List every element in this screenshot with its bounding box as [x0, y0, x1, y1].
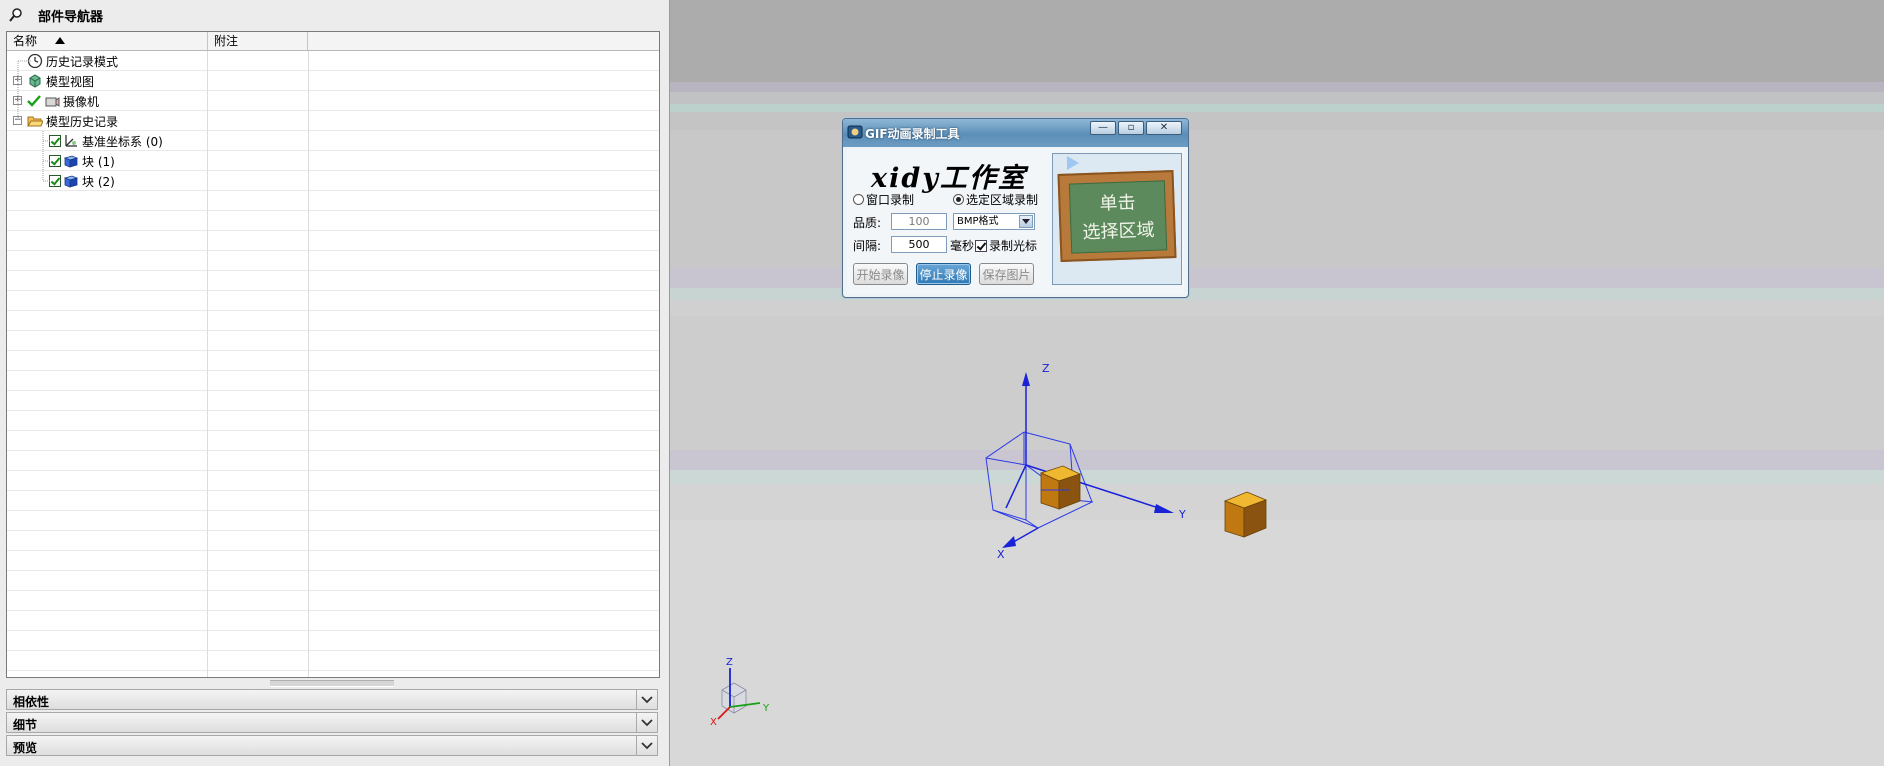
interval-label: 间隔: [853, 239, 882, 253]
stop-recording-button[interactable]: 停止录像 [916, 263, 971, 285]
record-cursor-option[interactable]: 录制光标 [975, 237, 1037, 254]
part-navigator-panel: 部件导航器 名称 附注 历史记录模式 + 模型视图 + 摄像机 − 模型历史记录… [0, 0, 670, 766]
x-axis-arrow [1002, 536, 1016, 548]
datum-csys[interactable]: Z Y X [985, 362, 1186, 561]
z-axis-arrow [1022, 372, 1030, 386]
tree-node-block-1[interactable]: 块 (1) [7, 151, 659, 171]
gif-recorder-window[interactable]: GIF动画录制工具 — ▫ ✕ xidy工作室 窗口录制 选定区域录制 品质: … [842, 118, 1189, 298]
gif-window-title: GIF动画录制工具 [865, 127, 960, 141]
column-header-note[interactable]: 附注 [208, 32, 308, 50]
select-region-board[interactable]: 单击 选择区域 [1052, 153, 1182, 285]
x-axis-fragment [1005, 464, 1027, 509]
board-text-line1: 单击 [1099, 192, 1136, 215]
format-select-value: BMP格式 [957, 216, 999, 227]
tree-node-label: 摄像机 [63, 94, 100, 109]
model-scene[interactable]: Z Y X Z Y X [670, 0, 1884, 766]
navigator-title: 部件导航器 [38, 9, 104, 25]
tree-node-label: 基准坐标系 (0) [82, 134, 163, 149]
quality-input[interactable]: 100 [891, 213, 947, 230]
minimize-button[interactable]: — [1090, 121, 1116, 135]
tree-node-datum-csys[interactable]: 基准坐标系 (0) [7, 131, 659, 151]
tree-connector-lines [17, 60, 50, 182]
sort-ascending-icon [54, 37, 65, 44]
pin-icon[interactable] [8, 6, 26, 24]
quality-label: 品质: [853, 216, 882, 230]
section-label: 细节 [13, 718, 38, 732]
start-recording-button[interactable]: 开始录像 [853, 263, 908, 285]
interval-unit: 毫秒 [950, 239, 975, 253]
format-select[interactable]: BMP格式 [953, 213, 1035, 230]
record-cursor-label: 录制光标 [989, 239, 1038, 253]
board-text-line2: 选择区域 [1082, 219, 1155, 244]
chevron-down-icon[interactable] [636, 690, 657, 709]
triad-x-label: X [710, 717, 717, 728]
radio-region-mode[interactable] [953, 194, 964, 205]
app-icon [847, 125, 863, 139]
chevron-down-icon[interactable] [636, 713, 657, 732]
view-triad[interactable]: Z Y X [710, 657, 770, 728]
record-cursor-checkbox[interactable] [975, 239, 987, 252]
x-axis-label: X [997, 548, 1005, 561]
gif-window-body: xidy工作室 窗口录制 选定区域录制 品质: 100 BMP格式 间隔: 50… [847, 149, 1184, 294]
chalkboard-frame: 单击 选择区域 [1057, 170, 1177, 262]
section-label: 预览 [13, 741, 38, 755]
triad-y-label: Y [762, 703, 770, 714]
save-image-button[interactable]: 保存图片 [979, 263, 1034, 285]
record-region-option[interactable]: 选定区域录制 [953, 191, 1038, 208]
graphics-viewport[interactable]: Z Y X Z Y X [670, 0, 1884, 766]
tree-node-block-2[interactable]: 块 (2) [7, 171, 659, 191]
record-window-option[interactable]: 窗口录制 [853, 191, 914, 208]
tree-node-history-mode[interactable]: 历史记录模式 [7, 51, 659, 71]
y-axis-arrow [1154, 504, 1174, 513]
tree-node-cameras[interactable]: + 摄像机 [7, 91, 659, 111]
navigator-title-bar: 部件导航器 [0, 0, 669, 30]
column-note-label: 附注 [214, 34, 239, 48]
chevron-down-icon[interactable] [636, 736, 657, 755]
radio-region-label: 选定区域录制 [966, 193, 1039, 207]
column-header-name[interactable]: 名称 [7, 32, 208, 50]
section-preview[interactable]: 预览 [6, 735, 658, 756]
column-name-label: 名称 [13, 34, 38, 48]
maximize-button[interactable]: ▫ [1118, 121, 1144, 135]
tree-header: 名称 附注 [7, 32, 659, 51]
tree-rows: 历史记录模式 + 模型视图 + 摄像机 − 模型历史记录 基准坐标系 (0) 块… [7, 51, 659, 677]
close-button[interactable]: ✕ [1146, 121, 1182, 135]
studio-logo-text: xidy工作室 [871, 163, 1027, 194]
section-label: 相依性 [13, 695, 50, 709]
gif-window-titlebar[interactable]: GIF动画录制工具 — ▫ ✕ [843, 119, 1188, 147]
tree-node-label: 块 (1) [82, 154, 115, 169]
tree-node-label: 块 (2) [82, 174, 115, 189]
z-axis-label: Z [1042, 362, 1050, 375]
radio-window-mode[interactable] [853, 194, 864, 205]
y-axis-label: Y [1178, 508, 1186, 521]
panel-splitter-handle[interactable] [270, 680, 394, 687]
block-2[interactable] [1223, 491, 1268, 538]
tree-node-model-views[interactable]: + 模型视图 [7, 71, 659, 91]
chalkboard: 单击 选择区域 [1068, 180, 1168, 254]
section-details[interactable]: 细节 [6, 712, 658, 733]
dropdown-arrow-icon[interactable] [1019, 215, 1033, 228]
section-dependencies[interactable]: 相依性 [6, 689, 658, 710]
navigator-tree[interactable]: 名称 附注 历史记录模式 + 模型视图 + 摄像机 − 模型历史记录 基准坐标系… [6, 31, 660, 678]
interval-input[interactable]: 500 [891, 236, 947, 253]
radio-window-label: 窗口录制 [866, 193, 915, 207]
block-1[interactable] [1039, 465, 1082, 510]
play-icon [1067, 156, 1079, 170]
tree-node-model-history[interactable]: − 模型历史记录 [7, 111, 659, 131]
triad-z-label: Z [726, 657, 733, 668]
